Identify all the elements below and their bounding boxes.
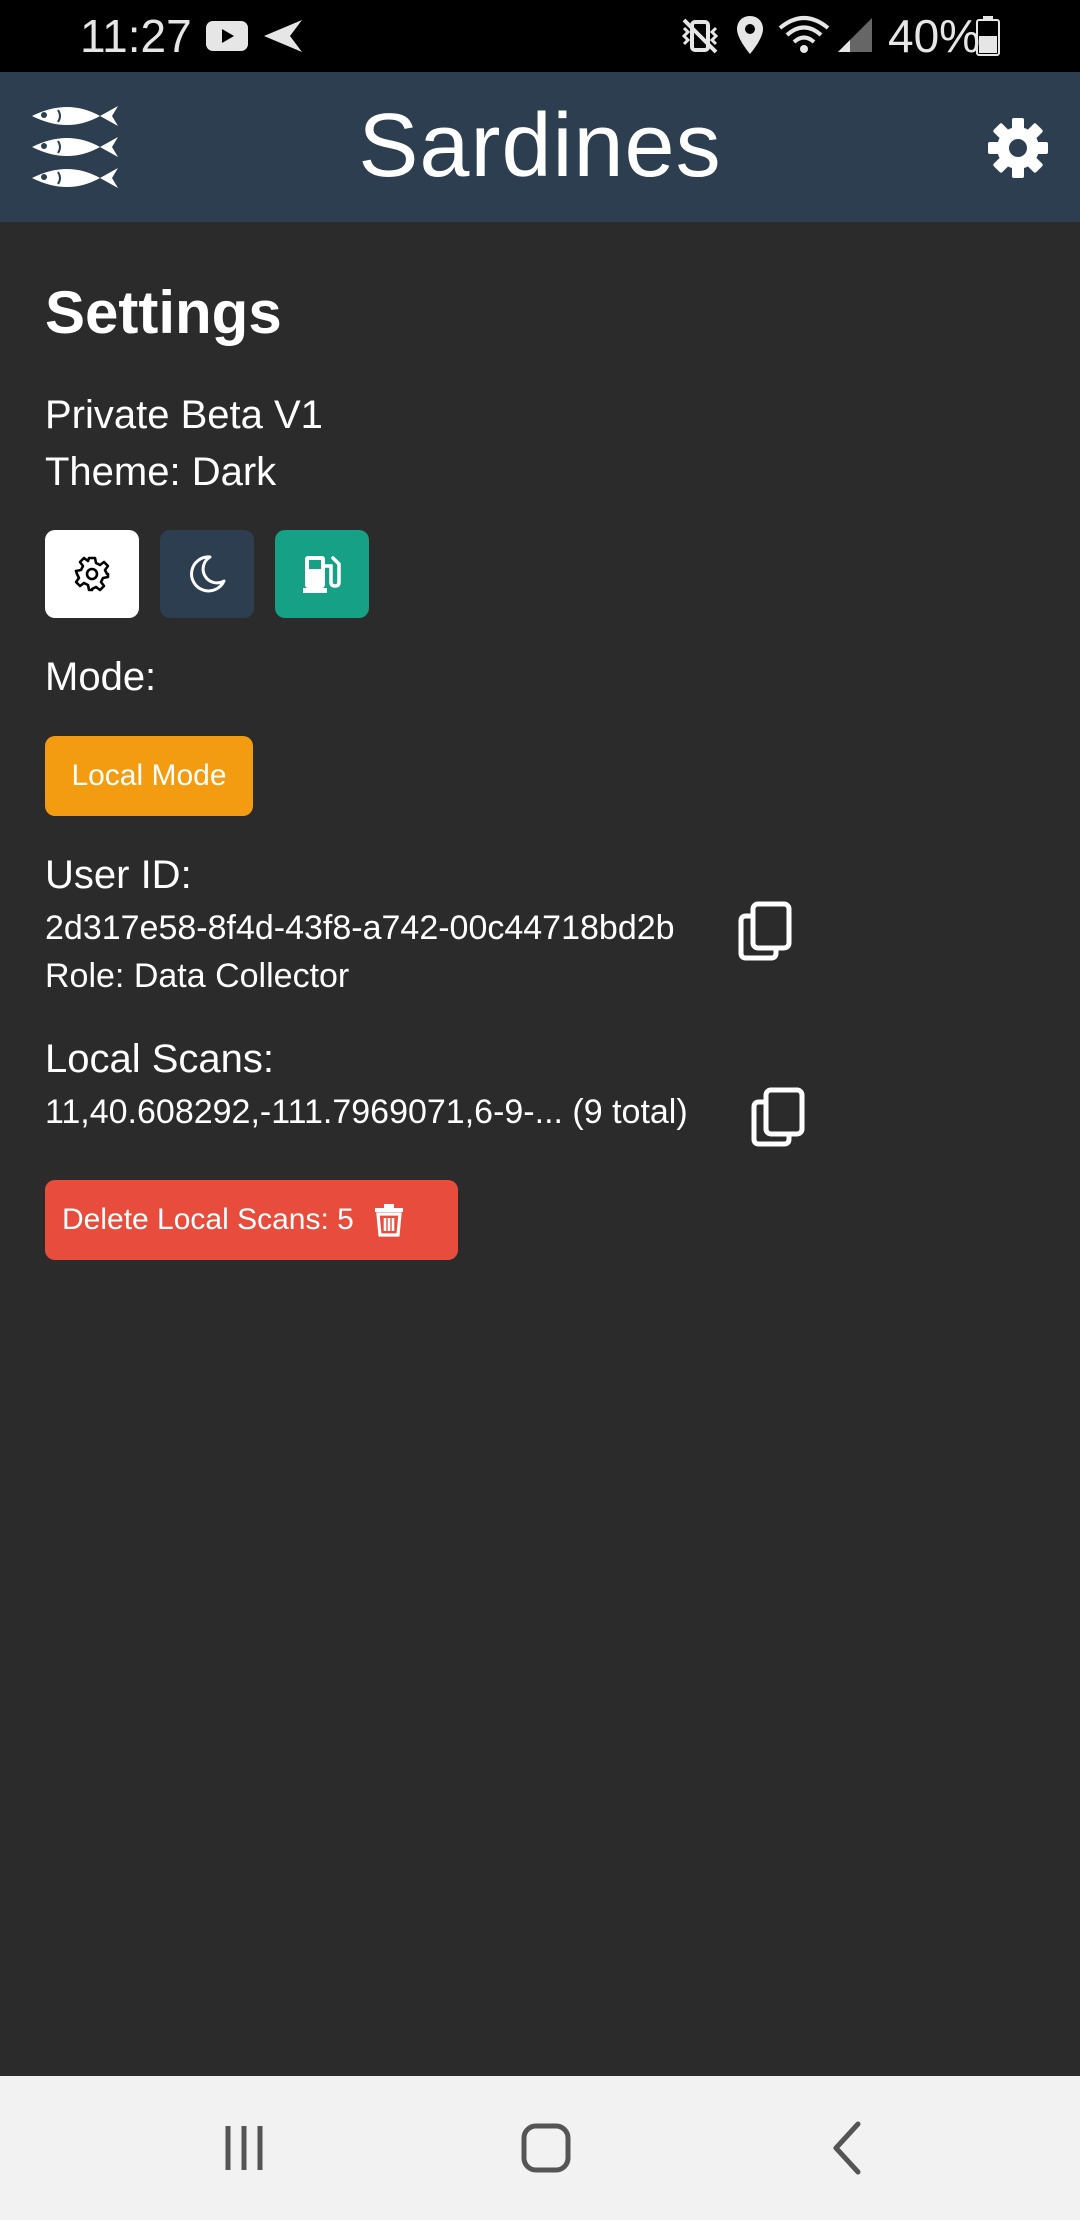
copy-user-id-icon[interactable] (737, 900, 793, 962)
moon-icon (190, 555, 226, 593)
mode-label: Mode: (45, 655, 157, 699)
back-icon[interactable] (812, 2112, 884, 2184)
status-time: 11:27 (80, 10, 192, 62)
home-icon[interactable] (510, 2112, 582, 2184)
youtube-icon (206, 21, 248, 51)
app-screen: 11:27 40% Sardines Settings Private Beta… (0, 0, 1080, 2220)
delete-local-scans-button[interactable]: Delete Local Scans: 5 (45, 1180, 458, 1260)
system-nav-bar (0, 2076, 1080, 2220)
user-id-label: User ID: (45, 853, 192, 897)
local-scans-label: Local Scans: (45, 1037, 275, 1081)
wifi-icon (778, 16, 830, 53)
app-title: Sardines (358, 96, 722, 196)
local-scans-value: 11,40.608292,-111.7969071,6-9-... (9 tot… (45, 1093, 688, 1131)
theme-dark-button[interactable] (160, 530, 254, 618)
copy-local-scans-icon[interactable] (750, 1086, 806, 1148)
delete-button-label: Delete Local Scans: 5 (62, 1203, 354, 1236)
user-id-value: 2d317e58-8f4d-43f8-a742-00c44718bd2b (45, 909, 675, 947)
theme-light-button[interactable] (45, 530, 139, 618)
local-mode-button[interactable]: Local Mode (45, 736, 253, 816)
fuel-pump-icon (303, 556, 341, 593)
gear-icon (74, 556, 110, 592)
role-text: Role: Data Collector (45, 957, 350, 995)
theme-text: Theme: Dark (45, 450, 277, 494)
theme-fuel-button[interactable] (275, 530, 369, 618)
battery-icon (976, 16, 1000, 56)
version-text: Private Beta V1 (45, 393, 323, 437)
location-icon (737, 16, 763, 54)
vibrate-icon (681, 18, 719, 54)
send-icon (264, 20, 302, 52)
app-bar: Sardines (0, 72, 1080, 222)
gear-icon[interactable] (986, 116, 1050, 180)
recent-apps-icon[interactable] (208, 2112, 280, 2184)
signal-icon (838, 18, 872, 52)
status-bar: 11:27 40% (0, 0, 1080, 72)
page-title: Settings (45, 279, 282, 346)
trash-icon (374, 1204, 403, 1237)
battery-percent: 40% (888, 10, 981, 62)
